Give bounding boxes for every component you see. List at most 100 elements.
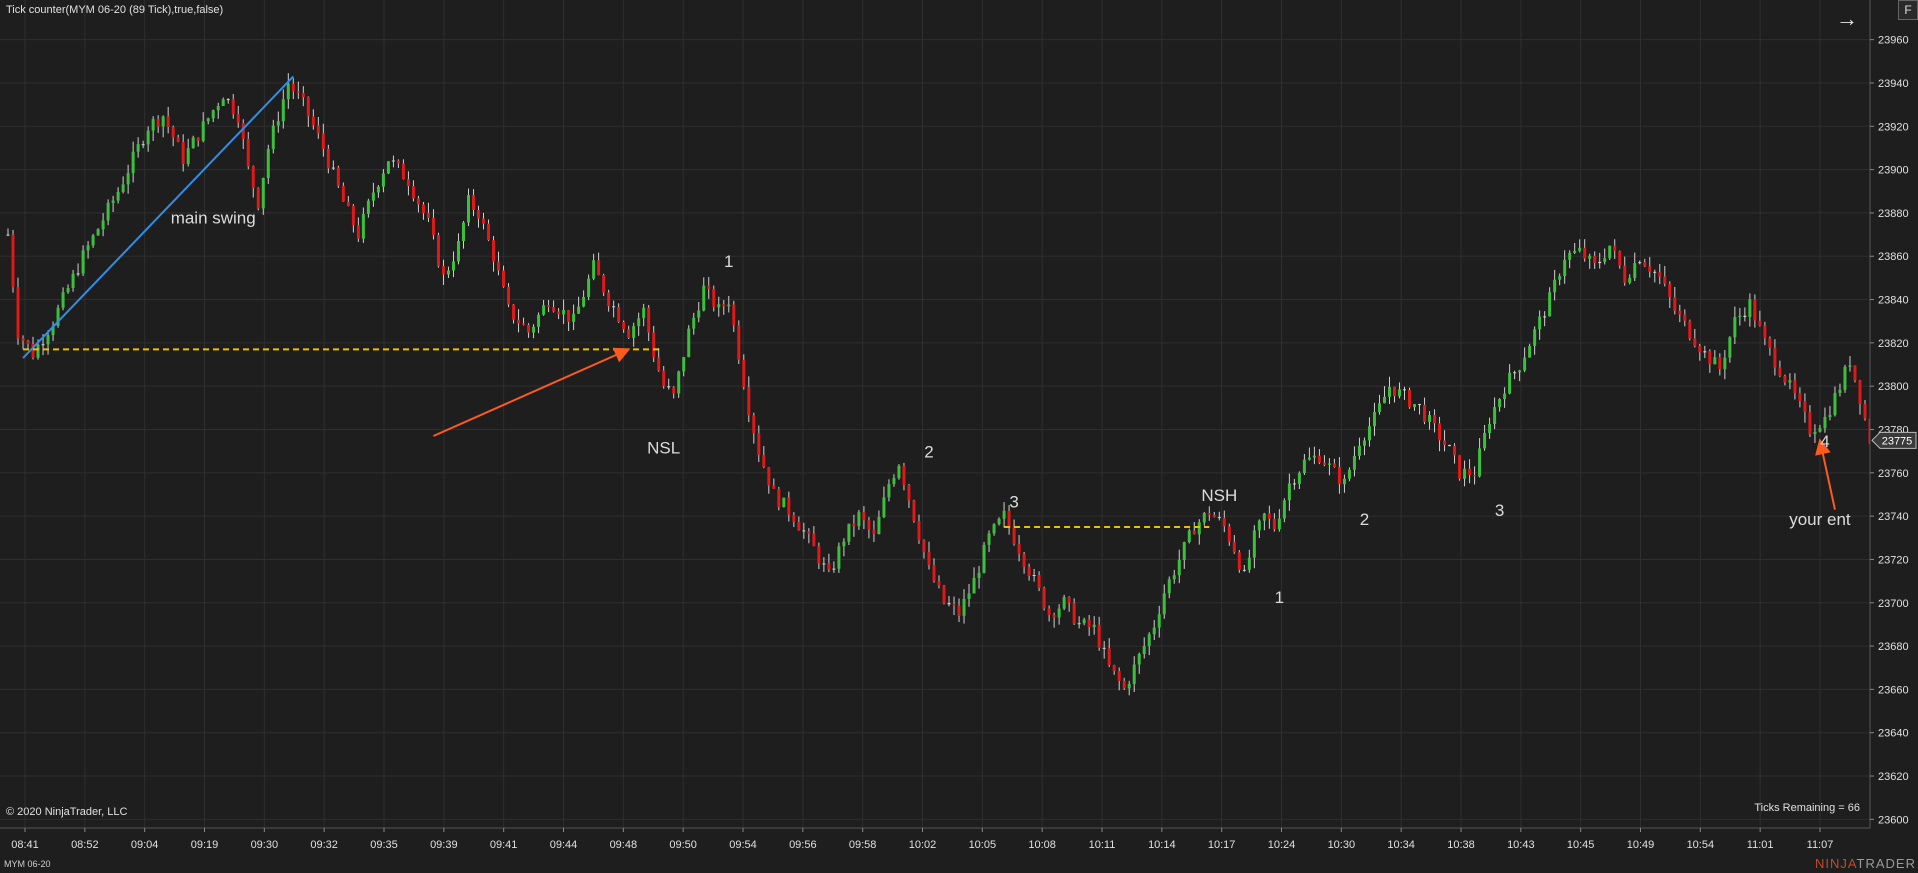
candlestick-series — [6, 73, 1872, 696]
candle-up — [101, 220, 105, 230]
candle-up — [1823, 417, 1827, 429]
candle-down — [1688, 320, 1692, 339]
candle-down — [351, 205, 355, 226]
candle-up — [1177, 559, 1181, 576]
candle-up — [642, 307, 646, 319]
candle-up — [1638, 262, 1642, 264]
candle-up — [1172, 575, 1176, 580]
candle-up — [1057, 608, 1061, 618]
candle-down — [1222, 517, 1226, 527]
candle-up — [361, 213, 365, 239]
candle-down — [797, 521, 801, 531]
candle-down — [21, 338, 25, 341]
candle-down — [416, 198, 420, 205]
candle-up — [562, 309, 566, 315]
candle-down — [712, 288, 716, 308]
price-chart[interactable]: main swing1NSL 23 NSH12 34your ent 23600236… — [0, 0, 1918, 873]
candle-down — [326, 148, 330, 169]
candle-down — [426, 213, 430, 218]
last-price-label: 23775 — [1882, 435, 1913, 447]
candle-up — [997, 518, 1001, 525]
candle-down — [1853, 365, 1857, 381]
candle-up — [371, 192, 375, 201]
candle-down — [316, 125, 320, 134]
candle-down — [16, 287, 20, 339]
time-tick-label: 09:50 — [669, 839, 697, 851]
candle-down — [932, 565, 936, 582]
candle-up — [1413, 404, 1417, 408]
candle-down — [1067, 597, 1071, 603]
candle-up — [542, 305, 546, 315]
time-tick-label: 10:14 — [1148, 839, 1176, 851]
candle-up — [1493, 407, 1497, 425]
candle-down — [1798, 393, 1802, 402]
candle-up — [136, 144, 140, 152]
annotation-label: NSL — [647, 438, 680, 457]
price-tick-label: 23840 — [1878, 295, 1909, 307]
f-button[interactable]: F — [1898, 0, 1918, 20]
time-tick-label: 10:17 — [1208, 839, 1236, 851]
candle-down — [1322, 462, 1326, 465]
candle-down — [441, 266, 445, 275]
candle-down — [1027, 566, 1031, 577]
time-tick-label: 08:52 — [71, 839, 99, 851]
candle-down — [767, 467, 771, 486]
candle-up — [692, 317, 696, 329]
price-tick-label: 23860 — [1878, 251, 1909, 263]
time-tick-label: 09:32 — [310, 839, 338, 851]
candle-up — [837, 546, 841, 569]
candle-up — [887, 484, 891, 498]
candle-up — [1287, 483, 1291, 501]
annotation-label: 1 — [1275, 588, 1284, 607]
candle-down — [732, 304, 736, 326]
candle-up — [1167, 579, 1171, 594]
candle-down — [301, 93, 305, 98]
candle-up — [331, 167, 335, 169]
candle-up — [532, 326, 536, 333]
candle-up — [1503, 393, 1507, 400]
candle-up — [216, 106, 220, 111]
candle-up — [1137, 654, 1141, 665]
annotation-label: NSH — [1201, 486, 1237, 505]
candle-up — [842, 541, 846, 547]
candle-down — [1623, 265, 1627, 283]
candle-up — [877, 516, 881, 534]
candle-up — [1242, 569, 1246, 571]
candle-down — [196, 137, 200, 141]
arrow-right-icon[interactable]: → — [1836, 6, 1858, 32]
candle-down — [602, 275, 606, 293]
candle-up — [131, 151, 135, 174]
candle-down — [1232, 541, 1236, 553]
time-axis[interactable]: 08:41 08:52 09:04 09:19 09:30 09:32 09:35 09:39… — [0, 827, 1870, 851]
candle-down — [1047, 608, 1051, 616]
candle-up — [161, 116, 165, 127]
candle-down — [1658, 272, 1662, 277]
candle-up — [191, 137, 195, 149]
candle-down — [1453, 445, 1457, 456]
candle-down — [1678, 310, 1682, 315]
candle-down — [1317, 455, 1321, 463]
candle-up — [1127, 684, 1131, 689]
candle-down — [1112, 665, 1116, 672]
time-tick-label: 08:41 — [11, 839, 39, 851]
candle-down — [1438, 423, 1442, 441]
candle-up — [1352, 455, 1356, 470]
candle-down — [291, 83, 295, 92]
candle-down — [752, 415, 756, 434]
time-tick-label: 09:30 — [251, 839, 279, 851]
candle-up — [1713, 357, 1717, 365]
candle-down — [1107, 648, 1111, 666]
price-axis[interactable]: 23600 23620 23640 23660 23680 23700 23720 23740… — [1869, 0, 1918, 873]
candle-down — [597, 260, 601, 276]
candle-down — [246, 138, 250, 167]
candle-down — [957, 605, 961, 616]
candle-down — [336, 167, 340, 186]
candle-down — [1668, 283, 1672, 298]
candle-down — [1693, 338, 1697, 347]
candle-down — [1778, 367, 1782, 376]
instrument-label: MYM 06-20 — [4, 859, 51, 869]
candle-up — [111, 200, 115, 203]
candle-up — [1728, 337, 1732, 358]
time-tick-label: 10:30 — [1328, 839, 1356, 851]
candle-up — [1568, 252, 1572, 260]
